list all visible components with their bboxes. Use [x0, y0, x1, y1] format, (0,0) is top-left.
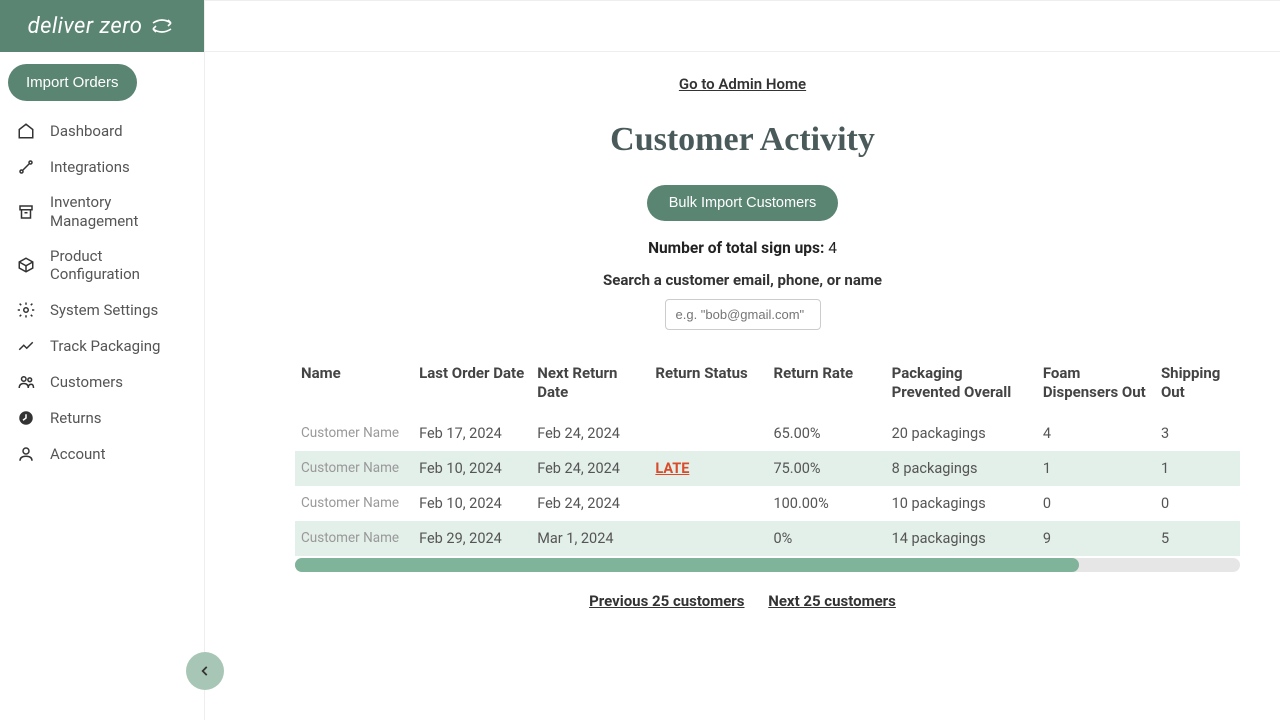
search-input[interactable]	[665, 299, 821, 330]
plug-icon	[16, 157, 36, 177]
late-badge[interactable]: LATE	[655, 460, 689, 477]
cell-rate: 0%	[768, 521, 886, 556]
sidebar-item-customers[interactable]: Customers	[8, 364, 196, 400]
sidebar-item-label: System Settings	[50, 301, 158, 320]
cell-name: Customer Name	[295, 486, 413, 521]
sidebar-item-label: Dashboard	[50, 122, 123, 141]
admin-home-link[interactable]: Go to Admin Home	[679, 75, 806, 93]
table-row[interactable]: Customer NameFeb 10, 2024Feb 24, 2024 LAT…	[295, 451, 1240, 486]
cell-status	[649, 416, 767, 451]
recycle-icon	[148, 15, 176, 37]
sidebar-item-label: Returns	[50, 409, 101, 428]
customers-table: Name Last Order Date Next Return Date Re…	[295, 356, 1240, 556]
pager-next-link[interactable]: Next 25 customers	[768, 592, 896, 610]
brand-logo: deliver zero	[0, 0, 204, 52]
cell-rate: 65.00%	[768, 416, 886, 451]
gear-icon	[16, 300, 36, 320]
page-title: Customer Activity	[205, 121, 1280, 159]
sidebar-item-integrations[interactable]: Integrations	[8, 149, 196, 185]
cell-next-return: Feb 24, 2024	[531, 416, 649, 451]
cell-foam: 1	[1037, 451, 1155, 486]
signups-label: Number of total sign ups:	[648, 239, 824, 257]
signups-value: 4	[828, 239, 837, 257]
import-orders-button[interactable]: Import Orders	[8, 64, 137, 101]
sidebar-item-product-config[interactable]: Product Configuration	[8, 239, 196, 293]
sidebar-item-label: Inventory Management	[50, 193, 188, 231]
signups-count: Number of total sign ups: 4	[205, 239, 1280, 257]
sidebar-item-returns[interactable]: Returns	[8, 400, 196, 436]
cell-foam: 9	[1037, 521, 1155, 556]
sidebar-nav: Dashboard Integrations Inventory Managem…	[0, 113, 204, 472]
cell-status	[649, 486, 767, 521]
sidebar-item-label: Integrations	[50, 158, 130, 177]
sidebar: deliver zero Import Orders Dashboard Int…	[0, 0, 205, 720]
cell-packaging: 20 packagings	[886, 416, 1037, 451]
customers-table-wrap: Name Last Order Date Next Return Date Re…	[295, 356, 1240, 572]
cell-status: LATE	[649, 451, 767, 486]
table-header-row: Name Last Order Date Next Return Date Re…	[295, 356, 1240, 416]
col-return-rate[interactable]: Return Rate	[768, 356, 886, 416]
col-shipping[interactable]: Shipping Out	[1155, 356, 1240, 416]
users-icon	[16, 372, 36, 392]
topbar	[205, 0, 1280, 52]
user-icon	[16, 444, 36, 464]
cell-name: Customer Name	[295, 521, 413, 556]
sidebar-item-label: Track Packaging	[50, 337, 160, 356]
bulk-import-button[interactable]: Bulk Import Customers	[647, 185, 838, 221]
scrollbar-thumb[interactable]	[295, 558, 1079, 572]
content: Go to Admin Home Customer Activity Bulk …	[205, 52, 1280, 610]
table-row[interactable]: Customer NameFeb 17, 2024Feb 24, 2024 65.…	[295, 416, 1240, 451]
col-return-status[interactable]: Return Status	[649, 356, 767, 416]
sidebar-item-settings[interactable]: System Settings	[8, 292, 196, 328]
cell-packaging: 14 packagings	[886, 521, 1037, 556]
cell-status	[649, 521, 767, 556]
archive-icon	[16, 202, 36, 222]
sidebar-item-account[interactable]: Account	[8, 436, 196, 472]
cell-next-return: Feb 24, 2024	[531, 451, 649, 486]
cell-name: Customer Name	[295, 416, 413, 451]
cell-name: Customer Name	[295, 451, 413, 486]
sidebar-item-inventory[interactable]: Inventory Management	[8, 185, 196, 239]
main: Go to Admin Home Customer Activity Bulk …	[205, 0, 1280, 720]
cell-last-order: Feb 17, 2024	[413, 416, 531, 451]
cell-shipping: 1	[1155, 451, 1240, 486]
sidebar-item-label: Product Configuration	[50, 247, 188, 285]
search-label: Search a customer email, phone, or name	[205, 271, 1280, 289]
table-row[interactable]: Customer NameFeb 29, 2024Mar 1, 2024 0%14…	[295, 521, 1240, 556]
cell-next-return: Feb 24, 2024	[531, 486, 649, 521]
pager-prev-link[interactable]: Previous 25 customers	[589, 592, 744, 610]
col-packaging[interactable]: Packaging Prevented Overall	[886, 356, 1037, 416]
cell-last-order: Feb 10, 2024	[413, 486, 531, 521]
cell-shipping: 0	[1155, 486, 1240, 521]
col-next-return[interactable]: Next Return Date	[531, 356, 649, 416]
sidebar-item-track[interactable]: Track Packaging	[8, 328, 196, 364]
table-row[interactable]: Customer NameFeb 10, 2024Feb 24, 2024 100…	[295, 486, 1240, 521]
cell-next-return: Mar 1, 2024	[531, 521, 649, 556]
cell-rate: 75.00%	[768, 451, 886, 486]
cell-foam: 0	[1037, 486, 1155, 521]
chart-line-icon	[16, 336, 36, 356]
col-name[interactable]: Name	[295, 356, 413, 416]
col-last-order[interactable]: Last Order Date	[413, 356, 531, 416]
cell-last-order: Feb 10, 2024	[413, 451, 531, 486]
cell-packaging: 8 packagings	[886, 451, 1037, 486]
table-horizontal-scrollbar[interactable]	[295, 558, 1240, 572]
sidebar-item-label: Account	[50, 445, 106, 464]
cell-last-order: Feb 29, 2024	[413, 521, 531, 556]
sidebar-item-label: Customers	[50, 373, 123, 392]
cell-packaging: 10 packagings	[886, 486, 1037, 521]
cell-rate: 100.00%	[768, 486, 886, 521]
cell-shipping: 5	[1155, 521, 1240, 556]
cell-foam: 4	[1037, 416, 1155, 451]
pager: Previous 25 customers Next 25 customers	[205, 592, 1280, 610]
home-icon	[16, 121, 36, 141]
return-icon	[16, 408, 36, 428]
brand-text: deliver zero	[28, 14, 143, 39]
box-icon	[16, 255, 36, 275]
cell-shipping: 3	[1155, 416, 1240, 451]
col-foam[interactable]: Foam Dispensers Out	[1037, 356, 1155, 416]
sidebar-item-dashboard[interactable]: Dashboard	[8, 113, 196, 149]
